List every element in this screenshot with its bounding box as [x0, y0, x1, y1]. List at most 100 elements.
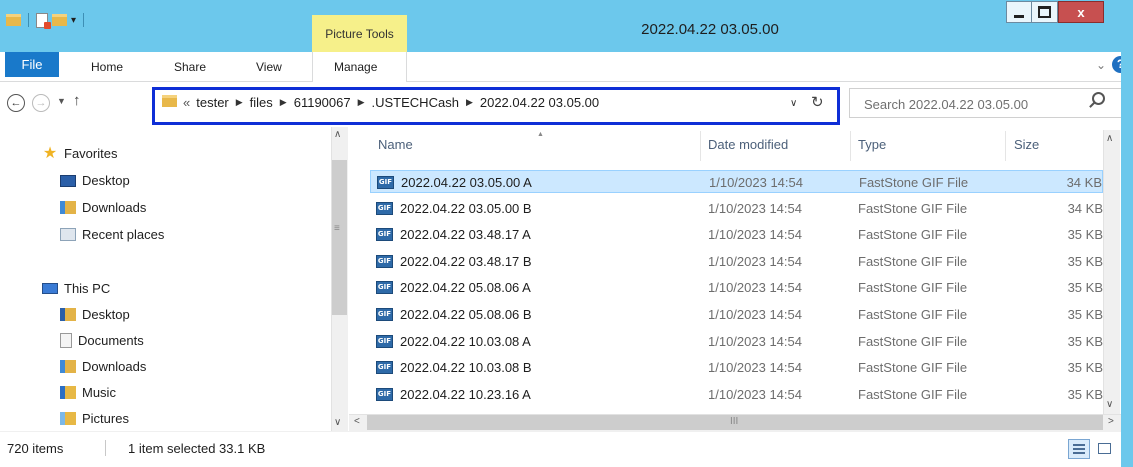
- search-box[interactable]: [849, 88, 1122, 119]
- nav-item-music[interactable]: Music: [60, 385, 116, 400]
- breadcrumb-current[interactable]: 2022.04.22 03.05.00: [480, 95, 599, 110]
- breadcrumb-files[interactable]: files: [250, 95, 273, 110]
- column-header-name[interactable]: Name: [378, 137, 413, 152]
- back-icon[interactable]: ←: [7, 94, 25, 112]
- table-row[interactable]: GIF 2022.04.22 10.03.08 B 1/10/2023 14:54 F…: [370, 356, 1103, 379]
- table-row[interactable]: GIF 2022.04.22 05.08.06 B 1/10/2023 14:54 F…: [370, 303, 1103, 326]
- nav-favorites[interactable]: ★ Favorites: [42, 145, 118, 162]
- nav-item-downloads[interactable]: Downloads: [60, 200, 146, 215]
- file-date: 1/10/2023 14:54: [708, 280, 802, 295]
- file-type: FastStone GIF File: [858, 280, 968, 295]
- table-row[interactable]: GIF 2022.04.22 03.05.00 A 1/10/2023 14:54 F…: [370, 170, 1103, 193]
- chevron-right-icon[interactable]: ▶: [280, 97, 287, 108]
- breadcrumb: « tester ▶ files ▶ 61190067 ▶ .USTECHCas…: [183, 95, 599, 110]
- chevron-up-icon[interactable]: ∧: [334, 129, 341, 140]
- refresh-icon[interactable]: ↻: [811, 93, 824, 111]
- tab-home[interactable]: Home: [91, 60, 123, 74]
- table-row[interactable]: GIF 2022.04.22 10.23.16 A 1/10/2023 14:54 F…: [370, 383, 1103, 406]
- column-divider[interactable]: [700, 131, 701, 161]
- file-size: 35 KB: [1067, 254, 1103, 269]
- nav-item-label: Documents: [78, 333, 144, 348]
- chevron-right-icon[interactable]: >: [1108, 416, 1114, 427]
- maximize-button[interactable]: [1032, 1, 1058, 23]
- table-row[interactable]: GIF 2022.04.22 03.05.00 B 1/10/2023 14:54 F…: [370, 197, 1103, 220]
- pictures-icon: [60, 412, 76, 425]
- search-input[interactable]: [850, 89, 1096, 119]
- column-divider[interactable]: [850, 131, 851, 161]
- selection-info: 1 item selected 33.1 KB: [128, 441, 266, 456]
- file-size: 35 KB: [1067, 360, 1103, 375]
- large-icons-view-button[interactable]: [1094, 439, 1116, 459]
- gif-file-icon: GIF: [376, 202, 393, 215]
- file-size: 34 KB: [1067, 201, 1103, 216]
- properties-icon[interactable]: [36, 12, 51, 29]
- forward-icon[interactable]: →: [32, 94, 50, 112]
- scroll-grip-icon: ≡: [334, 223, 340, 234]
- file-list-scrollbar[interactable]: [1103, 130, 1120, 414]
- file-name: 2022.04.22 05.08.06 B: [400, 307, 532, 322]
- window-title: 2022.04.22 03.05.00: [641, 21, 779, 38]
- new-folder-icon[interactable]: [52, 14, 67, 26]
- column-header-size[interactable]: Size: [1014, 137, 1039, 152]
- chevron-right-icon[interactable]: ▶: [466, 97, 473, 108]
- tab-manage[interactable]: Manage: [334, 60, 377, 74]
- gif-file-icon: GIF: [376, 308, 393, 321]
- file-name: 2022.04.22 03.48.17 A: [400, 227, 531, 242]
- folder-icon[interactable]: [6, 14, 21, 26]
- minimize-button[interactable]: [1006, 1, 1032, 23]
- nav-item-label: Recent places: [82, 227, 165, 242]
- tab-file[interactable]: File: [5, 52, 59, 77]
- table-row[interactable]: GIF 2022.04.22 10.03.08 A 1/10/2023 14:54 F…: [370, 330, 1103, 353]
- nav-this-pc[interactable]: This PC: [42, 281, 110, 296]
- file-name: 2022.04.22 10.23.16 A: [400, 387, 531, 402]
- file-name: 2022.04.22 03.05.00 A: [401, 175, 532, 190]
- chevron-right-icon[interactable]: ▶: [236, 97, 243, 108]
- documents-icon: [60, 333, 72, 348]
- table-row[interactable]: GIF 2022.04.22 03.48.17 B 1/10/2023 14:54 F…: [370, 250, 1103, 273]
- address-dropdown-icon[interactable]: ∨: [790, 98, 797, 109]
- star-icon: ★: [42, 145, 58, 162]
- nav-item-pc-desktop[interactable]: Desktop: [60, 307, 130, 322]
- qat-dropdown-icon[interactable]: ▾: [71, 15, 76, 26]
- table-row[interactable]: GIF 2022.04.22 05.08.06 A 1/10/2023 14:54 F…: [370, 276, 1103, 299]
- gif-file-icon: GIF: [376, 281, 393, 294]
- file-type: FastStone GIF File: [858, 227, 968, 242]
- nav-item-label: Downloads: [82, 359, 147, 374]
- column-divider[interactable]: [1005, 131, 1006, 161]
- breadcrumb-tester[interactable]: tester: [196, 95, 229, 110]
- file-date: 1/10/2023 14:54: [708, 334, 802, 349]
- column-header-type[interactable]: Type: [858, 137, 886, 152]
- chevron-down-icon[interactable]: ∨: [1106, 399, 1113, 410]
- nav-item-desktop[interactable]: Desktop: [60, 173, 130, 188]
- nav-item-label: Pictures: [82, 411, 129, 426]
- gif-file-icon: GIF: [376, 228, 393, 241]
- nav-item-recent-places[interactable]: Recent places: [60, 227, 164, 242]
- chevron-down-icon[interactable]: ∨: [334, 417, 341, 428]
- file-size: 35 KB: [1067, 280, 1103, 295]
- recent-locations-icon[interactable]: ▼: [57, 96, 66, 106]
- chevron-right-icon[interactable]: ▶: [358, 97, 365, 108]
- nav-item-pictures[interactable]: Pictures: [60, 411, 129, 426]
- nav-item-documents[interactable]: Documents: [60, 333, 144, 348]
- gif-file-icon: GIF: [376, 361, 393, 374]
- column-header-date[interactable]: Date modified: [708, 137, 788, 152]
- ribbon-tabs: [0, 52, 1133, 82]
- breadcrumb-ustechcash[interactable]: .USTECHCash: [372, 95, 459, 110]
- nav-pane-scroll-thumb[interactable]: [332, 160, 347, 315]
- gif-file-icon: GIF: [377, 176, 394, 189]
- nav-item-pc-downloads[interactable]: Downloads: [60, 359, 146, 374]
- expand-ribbon-icon[interactable]: ⌄: [1096, 58, 1106, 72]
- close-button[interactable]: x: [1058, 1, 1104, 23]
- tab-view[interactable]: View: [256, 60, 282, 74]
- table-row[interactable]: GIF 2022.04.22 03.48.17 A 1/10/2023 14:54 F…: [370, 223, 1103, 246]
- up-icon[interactable]: ↑: [73, 92, 81, 109]
- nav-this-pc-label: This PC: [64, 281, 111, 296]
- tab-share[interactable]: Share: [174, 60, 206, 74]
- gif-file-icon: GIF: [376, 388, 393, 401]
- chevron-left-icon[interactable]: <: [354, 416, 360, 427]
- chevron-up-icon[interactable]: ∧: [1106, 133, 1113, 144]
- breadcrumb-61190067[interactable]: 61190067: [294, 95, 351, 110]
- file-date: 1/10/2023 14:54: [708, 360, 802, 375]
- breadcrumb-overflow[interactable]: «: [183, 95, 190, 110]
- details-view-button[interactable]: [1068, 439, 1090, 459]
